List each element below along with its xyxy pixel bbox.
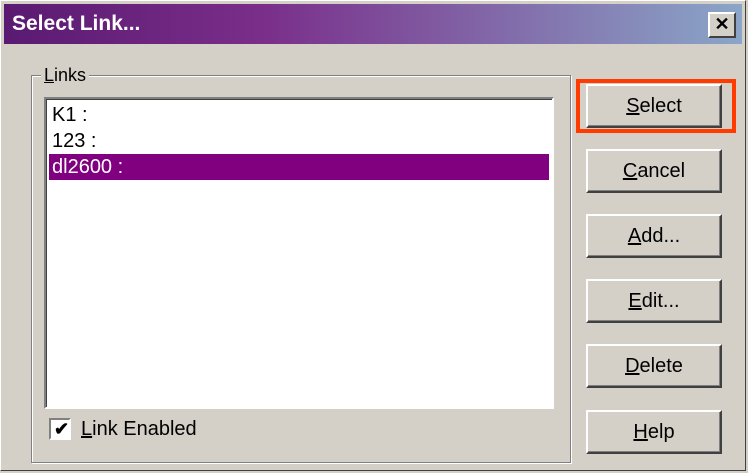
edit-button[interactable]: Edit... — [586, 279, 722, 323]
delete-button[interactable]: Delete — [586, 344, 722, 388]
title-bar: Select Link... ✕ — [4, 4, 742, 44]
cancel-button[interactable]: Cancel — [586, 149, 722, 193]
add-button[interactable]: Add... — [586, 214, 722, 258]
select-button-highlight — [576, 79, 736, 133]
list-item[interactable]: K1 : — [49, 102, 549, 128]
list-item-selected[interactable]: dl2600 : — [49, 154, 549, 180]
list-item[interactable]: 123 : — [49, 128, 549, 154]
link-enabled-label[interactable]: Link Enabled — [81, 416, 197, 442]
help-button[interactable]: Help — [586, 410, 722, 454]
close-button[interactable]: ✕ — [708, 12, 736, 38]
link-enabled-checkbox[interactable]: ✔ — [49, 418, 71, 440]
checkmark-icon: ✔ — [54, 419, 70, 439]
links-listbox[interactable]: K1 : 123 : dl2600 : — [44, 97, 554, 409]
select-link-dialog: Select Link... ✕ Links K1 : 123 : dl2600… — [0, 0, 746, 471]
links-group-label: Links — [41, 65, 90, 86]
window-title: Select Link... — [12, 12, 141, 35]
close-icon: ✕ — [714, 14, 730, 34]
